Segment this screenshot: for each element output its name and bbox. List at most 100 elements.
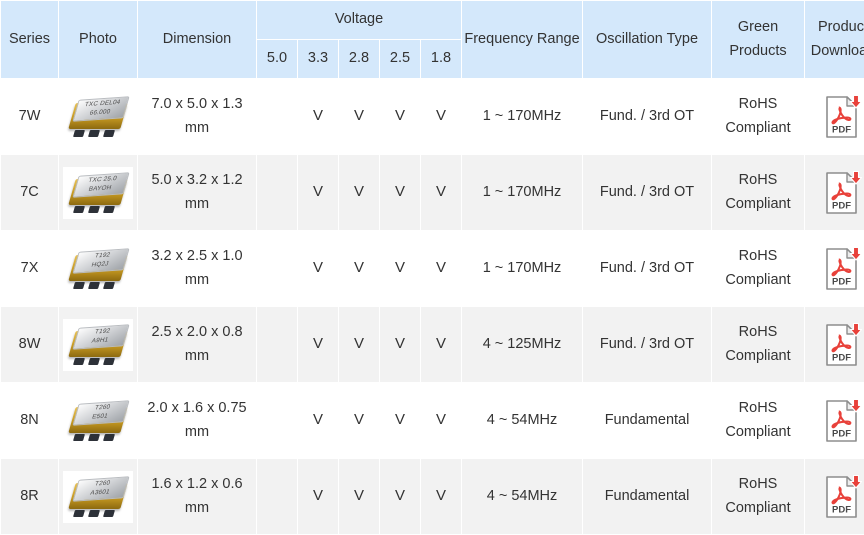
voltage-check-mark: V [395,487,405,504]
voltage-check-mark: V [436,487,446,504]
product-photo: T260A3601 [63,471,133,523]
cell-voltage-3-3: V [298,383,338,458]
cell-voltage-2-8: V [339,459,379,534]
pdf-download-icon[interactable]: PDF [824,398,862,444]
cell-voltage-2-8: V [339,307,379,382]
voltage-check-mark: V [354,259,364,276]
cell-green-products: RoHS Compliant [712,79,804,154]
pdf-download-icon[interactable]: PDF [824,246,862,292]
cell-dimension: 3.2 x 2.5 x 1.0 mm [138,231,256,306]
column-header-dimension: Dimension [138,1,256,78]
column-header-green-products: Green Products [712,1,804,78]
voltage-check-mark: V [436,107,446,124]
voltage-check-mark: V [313,183,323,200]
pdf-download-icon[interactable]: PDF [824,170,862,216]
table-header: Series Photo Dimension Voltage Frequency… [1,1,864,78]
voltage-check-mark: V [354,107,364,124]
table-row: 8RT260A36011.6 x 1.2 x 0.6 mmVVVV4 ~ 54M… [1,459,864,534]
cell-voltage-2-5: V [380,79,420,154]
cell-voltage-2-5: V [380,231,420,306]
table-row: 7CTXC 25.0BAYOH5.0 x 3.2 x 1.2 mmVVVV1 ~… [1,155,864,230]
cell-series: 7C [1,155,58,230]
cell-voltage-5-0 [257,383,297,458]
cell-photo: TXC 25.0BAYOH [59,155,137,230]
cell-green-products: RoHS Compliant [712,459,804,534]
cell-product-download: PDF [805,155,864,230]
cell-frequency-range: 1 ~ 170MHz [462,231,582,306]
pdf-download-icon[interactable]: PDF [824,322,862,368]
cell-oscillation-type: Fundamental [583,459,711,534]
cell-frequency-range: 1 ~ 170MHz [462,79,582,154]
cell-voltage-2-8: V [339,79,379,154]
product-spec-table: Series Photo Dimension Voltage Frequency… [0,0,864,535]
cell-voltage-2-8: V [339,231,379,306]
pdf-label: PDF [832,124,851,135]
cell-voltage-2-8: V [339,155,379,230]
cell-voltage-1-8: V [421,459,461,534]
column-header-oscillation-type: Oscillation Type [583,1,711,78]
column-header-voltage-group: Voltage [257,1,461,39]
voltage-check-mark: V [313,335,323,352]
cell-series: 7X [1,231,58,306]
cell-oscillation-type: Fund. / 3rd OT [583,155,711,230]
voltage-check-mark: V [395,107,405,124]
voltage-check-mark: V [354,335,364,352]
voltage-check-mark: V [313,259,323,276]
cell-product-download: PDF [805,231,864,306]
cell-voltage-1-8: V [421,307,461,382]
voltage-check-mark: V [395,335,405,352]
cell-product-download: PDF [805,383,864,458]
cell-dimension: 2.0 x 1.6 x 0.75 mm [138,383,256,458]
cell-photo: T192A9H1 [59,307,137,382]
table-row: 7WTXC DEL0466.0007.0 x 5.0 x 1.3 mmVVVV1… [1,79,864,154]
voltage-check-mark: V [395,411,405,428]
voltage-check-mark: V [313,107,323,124]
column-header-voltage-2-5: 2.5 [380,40,420,78]
product-photo: T192HQ2J [63,243,133,295]
pdf-label: PDF [832,276,851,287]
cell-voltage-3-3: V [298,459,338,534]
cell-voltage-3-3: V [298,231,338,306]
cell-oscillation-type: Fundamental [583,383,711,458]
cell-voltage-1-8: V [421,383,461,458]
cell-series: 8R [1,459,58,534]
cell-voltage-3-3: V [298,307,338,382]
voltage-check-mark: V [354,411,364,428]
cell-photo: TXC DEL0466.000 [59,79,137,154]
cell-frequency-range: 4 ~ 54MHz [462,383,582,458]
column-header-voltage-2-8: 2.8 [339,40,379,78]
cell-oscillation-type: Fund. / 3rd OT [583,231,711,306]
pdf-download-link[interactable]: PDF [823,398,863,444]
voltage-check-mark: V [436,335,446,352]
pdf-download-link[interactable]: PDF [823,94,863,140]
table-row: 8NT260E5012.0 x 1.6 x 0.75 mmVVVV4 ~ 54M… [1,383,864,458]
cell-voltage-2-8: V [339,383,379,458]
cell-product-download: PDF [805,307,864,382]
cell-photo: T260E501 [59,383,137,458]
pdf-download-link[interactable]: PDF [823,474,863,520]
column-header-series: Series [1,1,58,78]
cell-dimension: 1.6 x 1.2 x 0.6 mm [138,459,256,534]
cell-voltage-2-5: V [380,459,420,534]
cell-product-download: PDF [805,79,864,154]
cell-green-products: RoHS Compliant [712,155,804,230]
pdf-download-link[interactable]: PDF [823,170,863,216]
pdf-download-icon[interactable]: PDF [824,474,862,520]
pdf-label: PDF [832,504,851,515]
cell-voltage-5-0 [257,459,297,534]
cell-green-products: RoHS Compliant [712,383,804,458]
cell-voltage-5-0 [257,307,297,382]
column-header-voltage-5-0: 5.0 [257,40,297,78]
cell-voltage-1-8: V [421,155,461,230]
cell-photo: T192HQ2J [59,231,137,306]
pdf-download-link[interactable]: PDF [823,322,863,368]
voltage-check-mark: V [395,259,405,276]
product-photo: TXC 25.0BAYOH [63,167,133,219]
pdf-label: PDF [832,428,851,439]
pdf-download-link[interactable]: PDF [823,246,863,292]
cell-voltage-5-0 [257,155,297,230]
product-photo: T192A9H1 [63,319,133,371]
cell-green-products: RoHS Compliant [712,231,804,306]
pdf-download-icon[interactable]: PDF [824,94,862,140]
voltage-check-mark: V [436,259,446,276]
